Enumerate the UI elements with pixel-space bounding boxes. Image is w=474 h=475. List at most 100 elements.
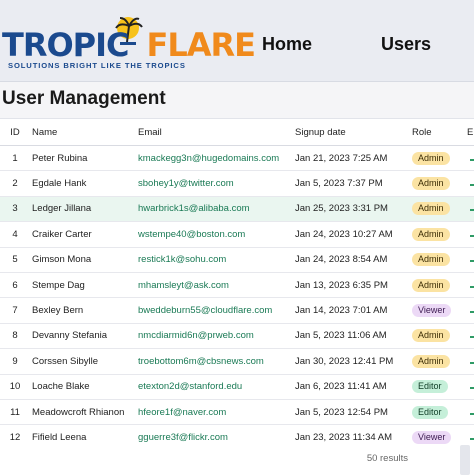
cell-email[interactable]: hfeore1f@naver.com [138, 399, 295, 426]
role-badge: Admin [412, 354, 450, 368]
cell-name: Bexley Bern [30, 297, 138, 324]
cell-name: Gimson Mona [30, 247, 138, 273]
status-dot-icon [470, 285, 474, 288]
cell-signup: Jan 21, 2023 7:25 AM [295, 145, 412, 172]
app-header: TROPIC FLARE SOLUTIONS BRIGHT LIKE THE TR… [0, 0, 474, 82]
cell-name: Craiker Carter [30, 221, 138, 248]
cell-extra [467, 221, 474, 248]
brand-name-part1: TROPIC [2, 26, 130, 64]
table-row[interactable]: 8 Devanny Stefania nmcdiarmid6n@prweb.com J… [0, 323, 474, 350]
cell-id: 8 [0, 323, 30, 350]
status-dot-icon [470, 437, 474, 440]
cell-role: Admin [412, 221, 467, 248]
col-header-role[interactable]: Role [412, 119, 467, 146]
table-row[interactable]: 5 Gimson Mona restick1k@sohu.com Jan 24, 20… [0, 247, 474, 273]
nav-users-link[interactable]: Users [381, 34, 431, 55]
scroll-control[interactable] [460, 445, 470, 475]
cell-email[interactable]: troebottom6m@cbsnews.com [138, 348, 295, 375]
cell-signup: Jan 14, 2023 7:01 AM [295, 297, 412, 324]
cell-email[interactable]: kmackegg3n@hugedomains.com [138, 145, 295, 172]
status-dot-icon [470, 311, 474, 314]
cell-extra [467, 272, 474, 299]
cell-signup: Jan 5, 2023 12:54 PM [295, 399, 412, 426]
users-table-card: ID Name Email Signup date Role E 1 Peter … [0, 118, 474, 475]
role-badge: Admin [412, 329, 450, 343]
cell-role: Admin [412, 170, 467, 197]
cell-role: Admin [412, 145, 467, 172]
cell-extra [467, 323, 474, 350]
users-table: ID Name Email Signup date Role E 1 Peter … [0, 119, 474, 451]
table-header-row: ID Name Email Signup date Role E [0, 119, 474, 146]
cell-id: 9 [0, 348, 30, 375]
role-badge: Admin [412, 151, 450, 165]
brand-name-part2: FLARE [146, 26, 257, 64]
col-header-name[interactable]: Name [30, 119, 138, 146]
nav-home-link[interactable]: Home [262, 34, 312, 55]
role-badge: Admin [412, 253, 450, 267]
cell-name: Egdale Hank [30, 170, 138, 197]
cell-id: 7 [0, 297, 30, 324]
cell-email[interactable]: etexton2d@stanford.edu [138, 374, 295, 400]
brand-name: TROPIC FLARE [2, 26, 257, 64]
cell-name: Stempe Dag [30, 272, 138, 299]
table-row[interactable]: 10 Loache Blake etexton2d@stanford.edu Jan … [0, 374, 474, 400]
col-header-email[interactable]: Email [138, 119, 295, 146]
cell-role: Admin [412, 196, 467, 223]
cell-name: Meadowcroft Rhianon [30, 399, 138, 426]
cell-email[interactable]: hwarbrick1s@alibaba.com [138, 196, 295, 223]
cell-email[interactable]: mhamsleyt@ask.com [138, 272, 295, 299]
cell-name: Peter Rubina [30, 145, 138, 172]
page-title: User Management [2, 88, 166, 109]
cell-name: Devanny Stefania [30, 323, 138, 350]
table-row[interactable]: 1 Peter Rubina kmackegg3n@hugedomains.com J… [0, 145, 474, 172]
col-header-signup[interactable]: Signup date [295, 119, 412, 146]
status-dot-icon [470, 260, 474, 263]
cell-email[interactable]: nmcdiarmid6n@prweb.com [138, 323, 295, 350]
status-dot-icon [470, 158, 474, 161]
status-dot-icon [470, 361, 474, 364]
table-row[interactable]: 7 Bexley Bern bweddeburn55@cloudflare.com J… [0, 297, 474, 324]
table-row[interactable]: 11 Meadowcroft Rhianon hfeore1f@naver.com J… [0, 399, 474, 426]
col-header-id[interactable]: ID [0, 119, 30, 146]
cell-id: 4 [0, 221, 30, 248]
cell-extra [467, 145, 474, 172]
cell-name: Loache Blake [30, 374, 138, 400]
status-dot-icon [470, 412, 474, 415]
cell-id: 3 [0, 196, 30, 223]
cell-id: 10 [0, 374, 30, 400]
table-row[interactable]: 4 Craiker Carter wstempe40@boston.com Jan 2… [0, 221, 474, 248]
cell-extra [467, 247, 474, 273]
cell-signup: Jan 24, 2023 8:54 AM [295, 247, 412, 273]
status-dot-icon [470, 336, 474, 339]
role-badge: Admin [412, 202, 450, 216]
cell-signup: Jan 5, 2023 11:06 AM [295, 323, 412, 350]
cell-signup: Jan 13, 2023 6:35 PM [295, 272, 412, 299]
results-count: 50 results [366, 453, 408, 464]
cell-id: 2 [0, 170, 30, 197]
cell-extra [467, 196, 474, 223]
table-footer: 50 results [0, 445, 474, 475]
cell-id: 1 [0, 145, 30, 172]
table-body: 1 Peter Rubina kmackegg3n@hugedomains.com J… [0, 145, 474, 451]
status-dot-icon [470, 184, 474, 187]
cell-email[interactable]: restick1k@sohu.com [138, 247, 295, 273]
cell-email[interactable]: bweddeburn55@cloudflare.com [138, 297, 295, 324]
brand-logo[interactable]: TROPIC FLARE SOLUTIONS BRIGHT LIKE THE TR… [2, 14, 256, 74]
cell-signup: Jan 24, 2023 10:27 AM [295, 221, 412, 248]
table-row[interactable]: 6 Stempe Dag mhamsleyt@ask.com Jan 13, 2023… [0, 272, 474, 299]
cell-email[interactable]: wstempe40@boston.com [138, 221, 295, 248]
role-badge: Admin [412, 278, 450, 292]
cell-role: Editor [412, 374, 467, 400]
table-row[interactable]: 2 Egdale Hank sbohey1y@twitter.com Jan 5, 2… [0, 170, 474, 197]
cell-signup: Jan 30, 2023 12:41 PM [295, 348, 412, 375]
cell-extra [467, 399, 474, 426]
cell-signup: Jan 25, 2023 3:31 PM [295, 196, 412, 223]
table-row[interactable]: 9 Corssen Sibylle troebottom6m@cbsnews.com… [0, 348, 474, 375]
cell-email[interactable]: sbohey1y@twitter.com [138, 170, 295, 197]
table-row[interactable]: 3 Ledger Jillana hwarbrick1s@alibaba.com Ja… [0, 196, 474, 223]
cell-extra [467, 348, 474, 375]
status-dot-icon [470, 209, 474, 212]
role-badge: Editor [412, 380, 448, 394]
col-header-extra[interactable]: E [467, 119, 474, 146]
cell-role: Admin [412, 247, 467, 273]
